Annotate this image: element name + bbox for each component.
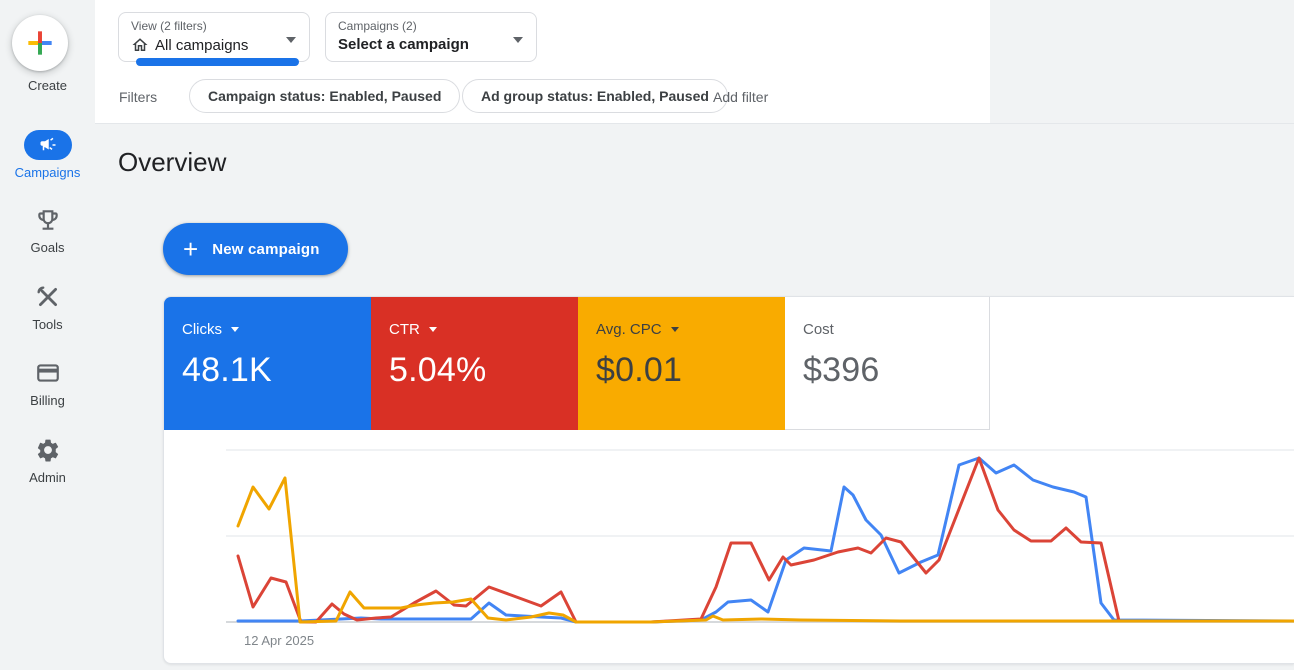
campaign-selector[interactable]: Campaigns (2) Select a campaign bbox=[325, 12, 537, 62]
top-bar-divider bbox=[95, 123, 1294, 124]
billing-card-icon bbox=[35, 360, 61, 386]
scorecard-row: Clicks 48.1K CTR 5.04% Avg. CPC $0.01 Co… bbox=[164, 297, 1294, 430]
sidebar-item-label: Billing bbox=[0, 393, 95, 408]
scorecard-value: $396 bbox=[803, 351, 989, 390]
sidebar: Create Campaigns Goals bbox=[0, 0, 95, 670]
campaign-selector-value: Select a campaign bbox=[338, 36, 469, 53]
scorecard-value: $0.01 bbox=[596, 351, 785, 390]
gear-icon bbox=[35, 437, 61, 463]
chevron-down-icon bbox=[429, 327, 437, 332]
trophy-icon bbox=[35, 207, 61, 233]
create-button-label: Create bbox=[0, 78, 95, 93]
chevron-down-icon bbox=[231, 327, 239, 332]
view-selector[interactable]: View (2 filters) All campaigns bbox=[118, 12, 310, 62]
plus-icon: + bbox=[183, 236, 198, 262]
tools-icon bbox=[35, 284, 61, 310]
view-selector-value: All campaigns bbox=[155, 37, 248, 54]
add-filter-button[interactable]: Add filter bbox=[713, 89, 768, 105]
sidebar-item-label: Goals bbox=[0, 240, 95, 255]
scorecard-label: Clicks bbox=[182, 321, 222, 338]
chart-x-axis-start-label: 12 Apr 2025 bbox=[244, 633, 314, 648]
page-title: Overview bbox=[118, 147, 226, 178]
sidebar-item-tools[interactable]: Tools bbox=[0, 282, 95, 332]
new-campaign-button[interactable]: + New campaign bbox=[163, 223, 348, 275]
scorecard-value: 48.1K bbox=[182, 351, 371, 390]
sidebar-item-label: Campaigns bbox=[0, 165, 95, 180]
chevron-down-icon bbox=[671, 327, 679, 332]
performance-chart[interactable]: 12 Apr 2025 bbox=[164, 430, 1294, 664]
scorecard-label: Cost bbox=[803, 321, 834, 338]
home-icon bbox=[131, 36, 149, 54]
scorecard-label: Avg. CPC bbox=[596, 321, 662, 338]
active-pill bbox=[24, 130, 72, 160]
view-selector-caption: View (2 filters) bbox=[131, 19, 297, 33]
megaphone-icon bbox=[39, 136, 57, 154]
campaign-selector-caption: Campaigns (2) bbox=[338, 19, 524, 33]
filters-label: Filters bbox=[119, 89, 157, 105]
sidebar-item-label: Tools bbox=[0, 317, 95, 332]
chevron-down-icon bbox=[286, 37, 296, 43]
sidebar-item-billing[interactable]: Billing bbox=[0, 358, 95, 408]
sidebar-item-campaigns[interactable]: Campaigns bbox=[0, 130, 95, 180]
filter-chip-ad-group-status[interactable]: Ad group status: Enabled, Paused bbox=[462, 79, 728, 113]
create-button[interactable] bbox=[12, 15, 68, 71]
chevron-down-icon bbox=[513, 37, 523, 43]
scorecard-clicks[interactable]: Clicks 48.1K bbox=[164, 297, 371, 430]
scorecard-cost[interactable]: Cost $396 bbox=[785, 297, 990, 430]
scorecard-ctr[interactable]: CTR 5.04% bbox=[371, 297, 578, 430]
sidebar-item-admin[interactable]: Admin bbox=[0, 435, 95, 485]
google-plus-icon bbox=[26, 29, 54, 57]
view-selector-active-indicator bbox=[136, 58, 299, 66]
overview-card: Clicks 48.1K CTR 5.04% Avg. CPC $0.01 Co… bbox=[163, 296, 1294, 664]
sidebar-item-goals[interactable]: Goals bbox=[0, 205, 95, 255]
scorecard-label: CTR bbox=[389, 321, 420, 338]
filter-chip-campaign-status[interactable]: Campaign status: Enabled, Paused bbox=[189, 79, 460, 113]
chart-svg bbox=[164, 430, 1294, 664]
scorecard-value: 5.04% bbox=[389, 351, 578, 390]
new-campaign-label: New campaign bbox=[212, 241, 319, 258]
scorecard-avg-cpc[interactable]: Avg. CPC $0.01 bbox=[578, 297, 785, 430]
sidebar-item-label: Admin bbox=[0, 470, 95, 485]
